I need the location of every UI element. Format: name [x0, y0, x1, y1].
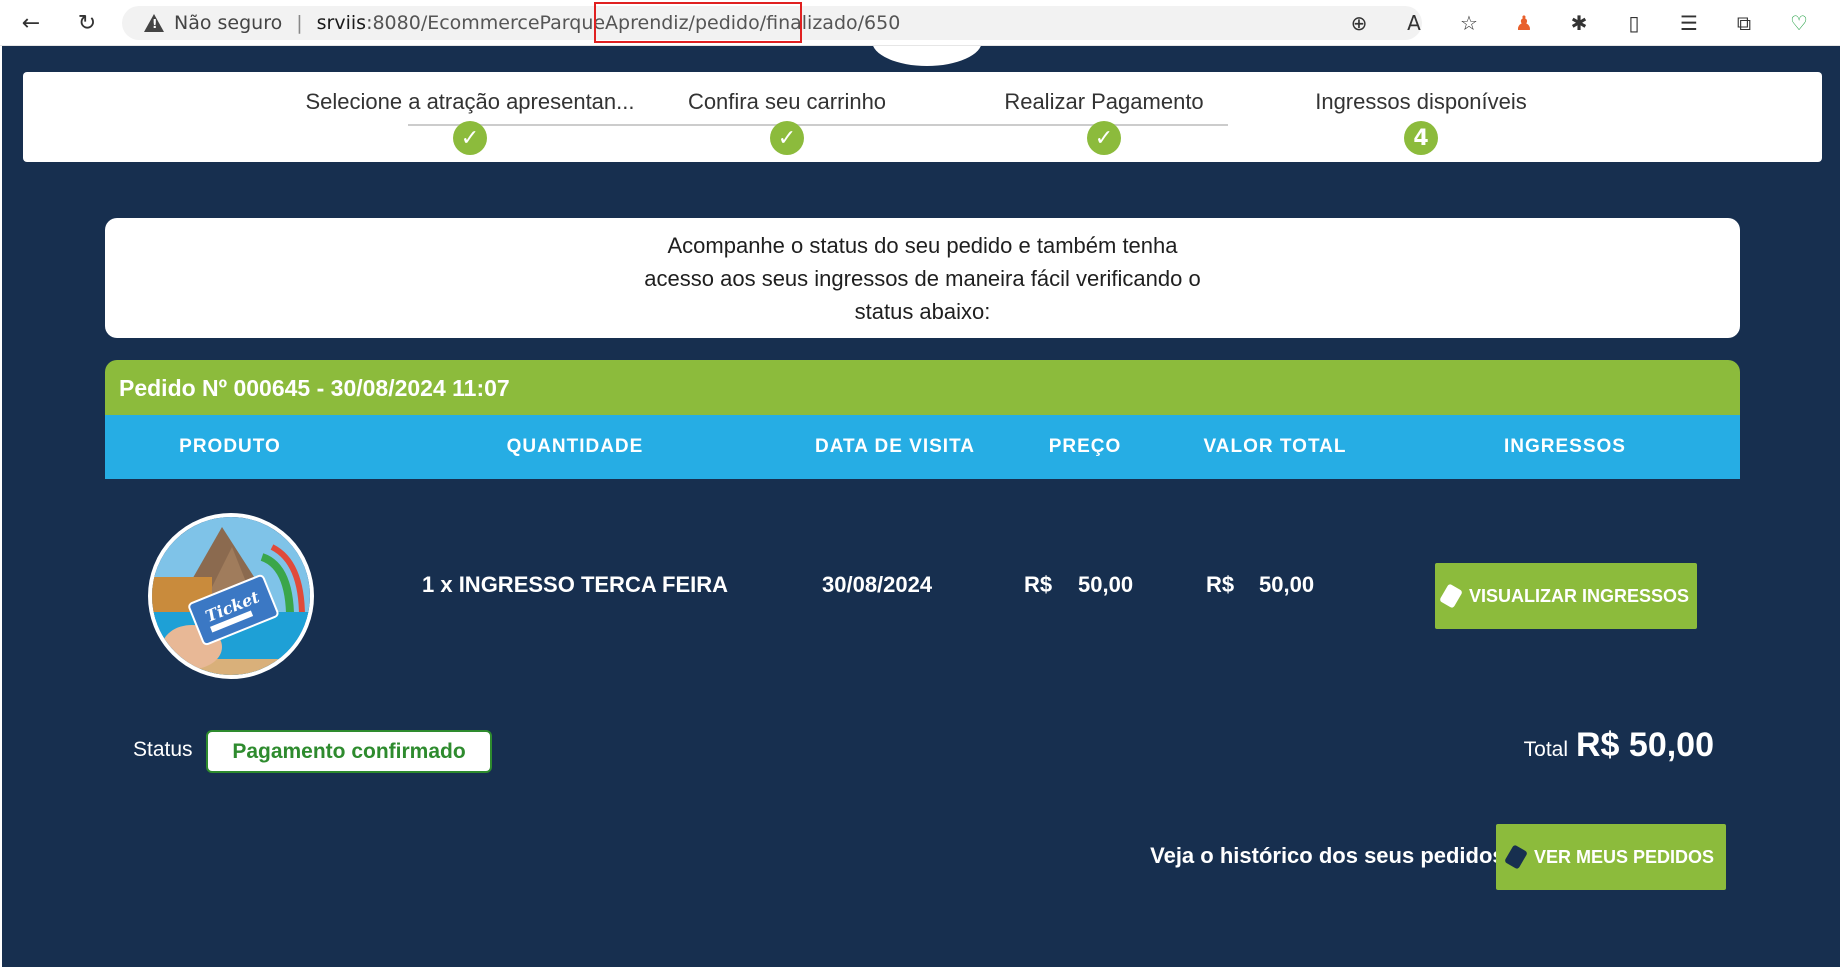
refresh-icon[interactable]: ↻ — [72, 8, 102, 38]
product-name: 1 x INGRESSO TERCA FEIRA — [422, 572, 729, 597]
column-header: PRODUTO — [179, 436, 281, 457]
total-amount: R$ 50,00 — [1576, 726, 1714, 764]
step-number: 4 — [1404, 121, 1438, 155]
info-text: Acompanhe o status do seu pedido e també… — [644, 232, 1201, 324]
column-header: VALOR TOTAL — [1203, 436, 1347, 457]
status-badge: Pagamento confirmado — [206, 730, 492, 773]
status-label: Status — [133, 738, 193, 761]
order-total: Total R$ 50,00 — [1524, 726, 1714, 765]
puzzle-icon[interactable]: ✱ — [1566, 10, 1592, 36]
page-body: Selecione a atração apresentan... ✓ Conf… — [2, 46, 1840, 967]
logo — [872, 46, 982, 66]
browser-toolbar: ← ↻ Não seguro | srviis :8080/EcommerceP… — [0, 0, 1840, 46]
step-tickets-available: Ingressos disponíveis 4 — [1251, 72, 1591, 155]
checkout-stepper: Selecione a atração apresentan... ✓ Conf… — [23, 72, 1822, 162]
product-image: Ticket — [148, 513, 314, 679]
price-value: 50,00 — [1078, 572, 1134, 597]
column-header: QUANTIDADE — [506, 436, 644, 457]
url-highlight-box — [594, 2, 802, 43]
split-screen-icon[interactable]: ▯ — [1621, 10, 1647, 36]
column-header: PREÇO — [1048, 436, 1122, 457]
view-tickets-button[interactable]: VISUALIZAR INGRESSOS — [1435, 563, 1697, 629]
read-aloud-icon[interactable]: A — [1401, 10, 1427, 36]
view-tickets-label: VISUALIZAR INGRESSOS — [1468, 585, 1690, 606]
health-icon[interactable]: ♡ — [1786, 10, 1812, 36]
visit-date: 30/08/2024 — [822, 572, 933, 597]
security-indicator[interactable]: Não seguro — [174, 12, 282, 34]
extension-icon[interactable]: ♟ — [1511, 10, 1537, 36]
step-label: Ingressos disponíveis — [1315, 89, 1527, 114]
history-label: Veja o histórico dos seus pedidos: — [1150, 843, 1512, 868]
total-currency: R$ — [1206, 572, 1235, 597]
step-label: Selecione a atração apresentan... — [305, 89, 635, 114]
step-payment: Realizar Pagamento ✓ — [934, 72, 1274, 155]
zoom-icon[interactable]: ⊕ — [1346, 10, 1372, 36]
order-header: Pedido Nº 000645 - 30/08/2024 11:07 — [105, 360, 1740, 416]
total-value: 50,00 — [1259, 572, 1315, 597]
step-label: Confira seu carrinho — [687, 89, 887, 114]
back-arrow-icon[interactable]: ← — [16, 8, 46, 38]
total-label: Total — [1523, 738, 1568, 761]
step-select-attraction: Selecione a atração apresentan... ✓ — [300, 72, 640, 155]
url-host: srviis — [316, 12, 367, 34]
table-header: PRODUTO QUANTIDADE DATA DE VISITA PREÇO … — [105, 415, 1740, 479]
step-label: Realizar Pagamento — [1004, 89, 1204, 114]
ticket-icon — [1439, 583, 1463, 609]
favorite-star-icon[interactable]: ☆ — [1456, 10, 1482, 36]
view-orders-label: VER MEUS PEDIDOS — [1533, 846, 1715, 867]
warning-icon — [144, 14, 164, 32]
collections-icon[interactable]: ⧉ — [1731, 10, 1757, 36]
price-currency: R$ — [1024, 572, 1053, 597]
address-separator: | — [296, 12, 303, 34]
check-icon: ✓ — [1087, 121, 1121, 155]
column-header: DATA DE VISITA — [814, 436, 976, 457]
step-cart: Confira seu carrinho ✓ — [617, 72, 957, 155]
ticket-icon — [1504, 844, 1528, 870]
favorites-icon[interactable]: ☰ — [1676, 10, 1702, 36]
check-icon: ✓ — [453, 121, 487, 155]
view-orders-button[interactable]: VER MEUS PEDIDOS — [1496, 824, 1726, 890]
info-box: Acompanhe o status do seu pedido e també… — [105, 218, 1740, 338]
column-header: INGRESSOS — [1504, 436, 1626, 457]
check-icon: ✓ — [770, 121, 804, 155]
